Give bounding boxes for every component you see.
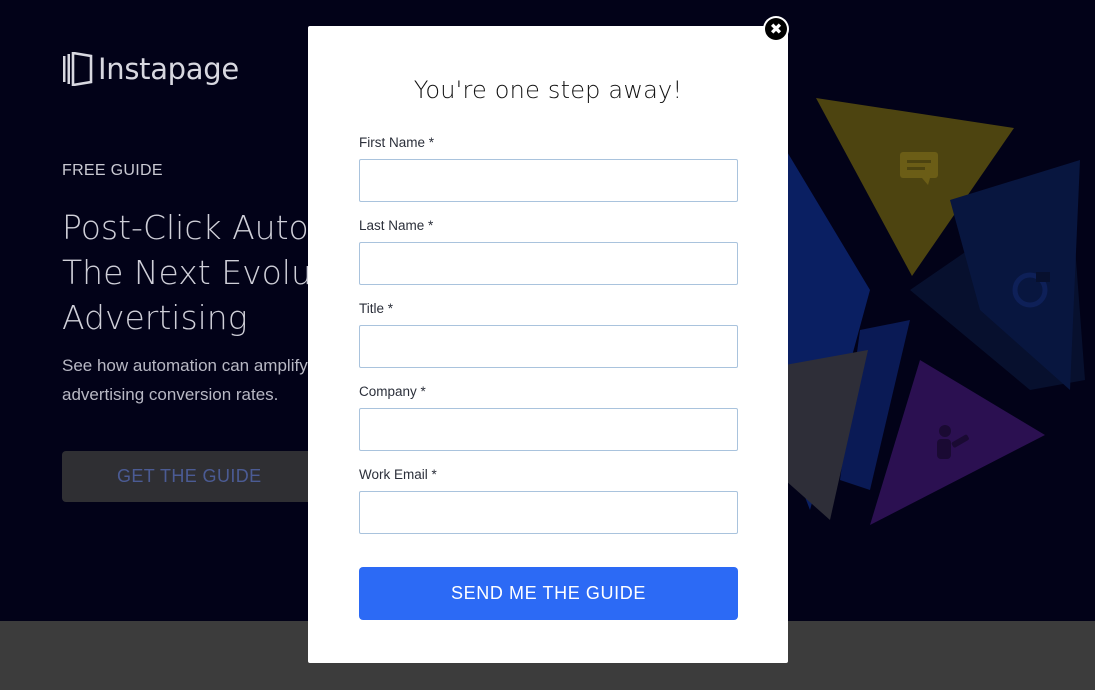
title-field-group: Title * bbox=[359, 299, 738, 368]
title-label: Title * bbox=[359, 301, 394, 316]
first-name-input[interactable] bbox=[359, 159, 738, 202]
lead-capture-modal: You're one step away! First Name * Last … bbox=[308, 26, 788, 663]
first-name-field-group: First Name * bbox=[359, 133, 738, 202]
work-email-label: Work Email * bbox=[359, 467, 437, 482]
modal-title: You're one step away! bbox=[413, 76, 683, 104]
last-name-label: Last Name * bbox=[359, 218, 434, 233]
work-email-input[interactable] bbox=[359, 491, 738, 534]
title-input[interactable] bbox=[359, 325, 738, 368]
hero-illustration bbox=[760, 98, 1085, 525]
logo-text: Instapage bbox=[98, 52, 239, 86]
instapage-logo-icon bbox=[62, 52, 94, 86]
last-name-field-group: Last Name * bbox=[359, 216, 738, 285]
first-name-label: First Name * bbox=[359, 135, 435, 150]
close-modal-button[interactable]: ✖ bbox=[763, 16, 789, 42]
instapage-logo[interactable]: Instapage bbox=[62, 52, 239, 86]
eyebrow-label: FREE GUIDE bbox=[62, 162, 163, 179]
company-input[interactable] bbox=[359, 408, 738, 451]
work-email-field-group: Work Email * bbox=[359, 465, 738, 534]
last-name-input[interactable] bbox=[359, 242, 738, 285]
close-icon: ✖ bbox=[765, 18, 787, 40]
send-me-the-guide-button[interactable]: SEND ME THE GUIDE bbox=[359, 567, 738, 620]
company-label: Company * bbox=[359, 384, 426, 399]
company-field-group: Company * bbox=[359, 382, 738, 451]
